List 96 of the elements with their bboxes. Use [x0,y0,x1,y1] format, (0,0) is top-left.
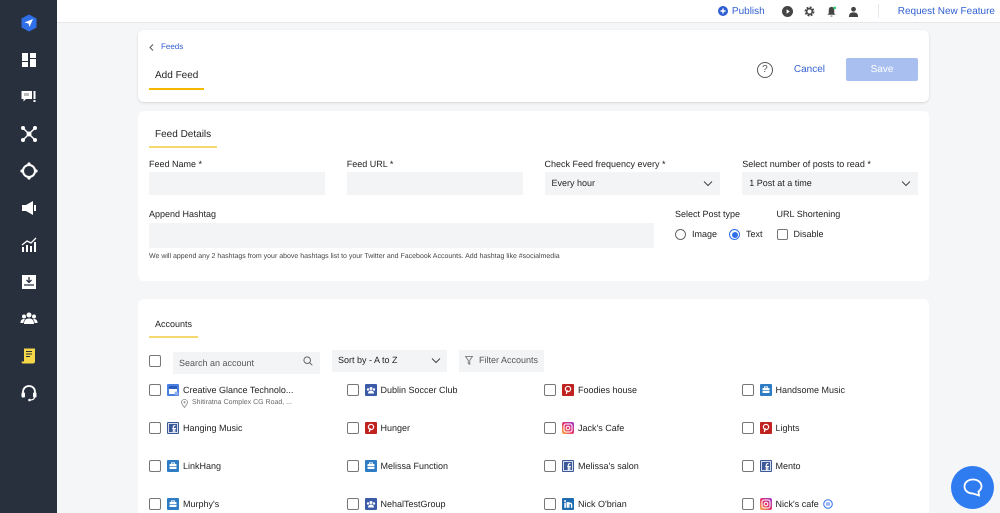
checkbox[interactable] [346,498,358,510]
chevron-left-icon [149,44,154,50]
bell-icon[interactable] [826,6,837,16]
checkbox[interactable] [346,384,358,396]
account-name: Murphy's [183,498,220,511]
checkbox[interactable] [544,384,556,396]
notes-icon[interactable] [20,347,38,365]
chevron-down-icon [431,358,441,364]
checkbox[interactable] [346,422,358,434]
filter-button[interactable]: Filter Accounts [459,350,544,372]
checkbox[interactable] [776,229,788,240]
radio-label: Image [692,228,718,241]
add-feed-tab[interactable]: Add Feed [149,68,204,90]
help-button[interactable]: ? [756,62,773,78]
account-name: Hunger [380,422,410,435]
search-icon [303,356,313,366]
checkbox[interactable] [742,384,754,396]
checkbox[interactable] [544,460,556,472]
briefcase-icon [760,384,772,396]
instagram-icon [562,422,574,434]
network-icon[interactable] [20,125,38,143]
radio-label: Text [746,228,763,241]
chevron-down-icon [703,180,714,186]
checkbox[interactable] [742,422,754,434]
account-name: Dublin Soccer Club [380,384,458,396]
field-label: Check Feed frequency every * [544,158,667,171]
checkbox[interactable] [742,460,754,472]
request-feature-link[interactable]: Request New Feature [898,4,995,18]
account-name: Melissa Function [380,460,448,472]
megaphone-icon[interactable] [20,199,38,217]
target-icon[interactable] [20,162,38,180]
sort-dropdown[interactable]: Sort by - A to Z [332,350,447,372]
checkbox[interactable] [149,384,161,396]
briefcase-icon [167,460,179,472]
location-pin-icon [181,398,188,408]
select-dropdown[interactable]: 1 Post at a time [742,172,918,195]
account-name: NehalTestGroup [380,498,446,511]
account-name: Mento [776,460,801,472]
linkedin-icon [562,498,574,510]
checkbox[interactable] [346,460,358,472]
checkbox[interactable] [149,460,161,472]
account-name: Hanging Music [183,422,243,435]
field-label: URL Shortening [776,208,840,221]
plus-icon [718,6,728,16]
headset-icon[interactable] [20,384,38,402]
account-name: Melissa's salon [578,460,639,472]
radio-button[interactable] [729,229,740,240]
pin-icon [562,384,574,396]
instagram-icon [760,498,772,510]
account-name: Lights [776,422,800,435]
checkbox[interactable] [149,354,161,366]
logo-icon[interactable] [20,14,38,32]
pin-icon [364,422,376,434]
account-name: Creative Glance Technolo... [183,384,294,396]
field-label: Feed Name * [149,158,204,171]
field-label: Select Post type [675,208,742,221]
group-icon [364,498,376,510]
inbox-icon[interactable] [20,273,38,291]
radio-button[interactable] [675,229,686,240]
checkbox[interactable] [149,422,161,434]
checkbox[interactable] [742,498,754,510]
facebook-icon [760,460,772,472]
pin-icon [760,422,772,434]
account-name: Nick's cafe [776,498,819,510]
chat-bubble-icon [962,478,982,497]
chart-icon[interactable] [20,236,38,254]
account-name: Foodies house [578,384,638,396]
checkbox[interactable] [544,498,556,510]
storefront-icon [167,384,179,396]
cancel-button[interactable]: Cancel [794,62,825,77]
user-icon[interactable] [848,6,859,16]
play-icon[interactable] [782,6,793,16]
publish-button[interactable]: Publish [718,4,765,18]
group-icon [364,384,376,396]
account-name: Jack's Cafe [578,422,624,434]
account-name: LinkHang [183,460,222,473]
field-label: Append Hashtag [149,208,218,221]
chevron-down-icon [901,180,911,186]
search-field[interactable]: Search an account [173,352,320,374]
back-link[interactable]: Feeds [149,41,204,53]
briefcase-icon [167,498,179,510]
facebook-icon [562,460,574,472]
field-label: Select number of posts to read * [742,158,872,171]
select-dropdown[interactable]: Every hour [544,172,720,195]
account-name: Handsome Music [776,384,846,396]
chat-button[interactable] [951,466,994,509]
checkbox-label: Disable [794,228,824,241]
filter-icon [465,356,473,365]
account-name: Nick O'brian [578,498,627,510]
facebook-icon [167,422,179,434]
checkbox[interactable] [544,422,556,434]
settings-icon[interactable] [804,6,815,16]
dashboard-icon[interactable] [20,51,38,69]
checkbox[interactable] [149,498,161,510]
briefcase-icon [364,460,376,472]
field-label: Feed URL * [346,158,394,171]
